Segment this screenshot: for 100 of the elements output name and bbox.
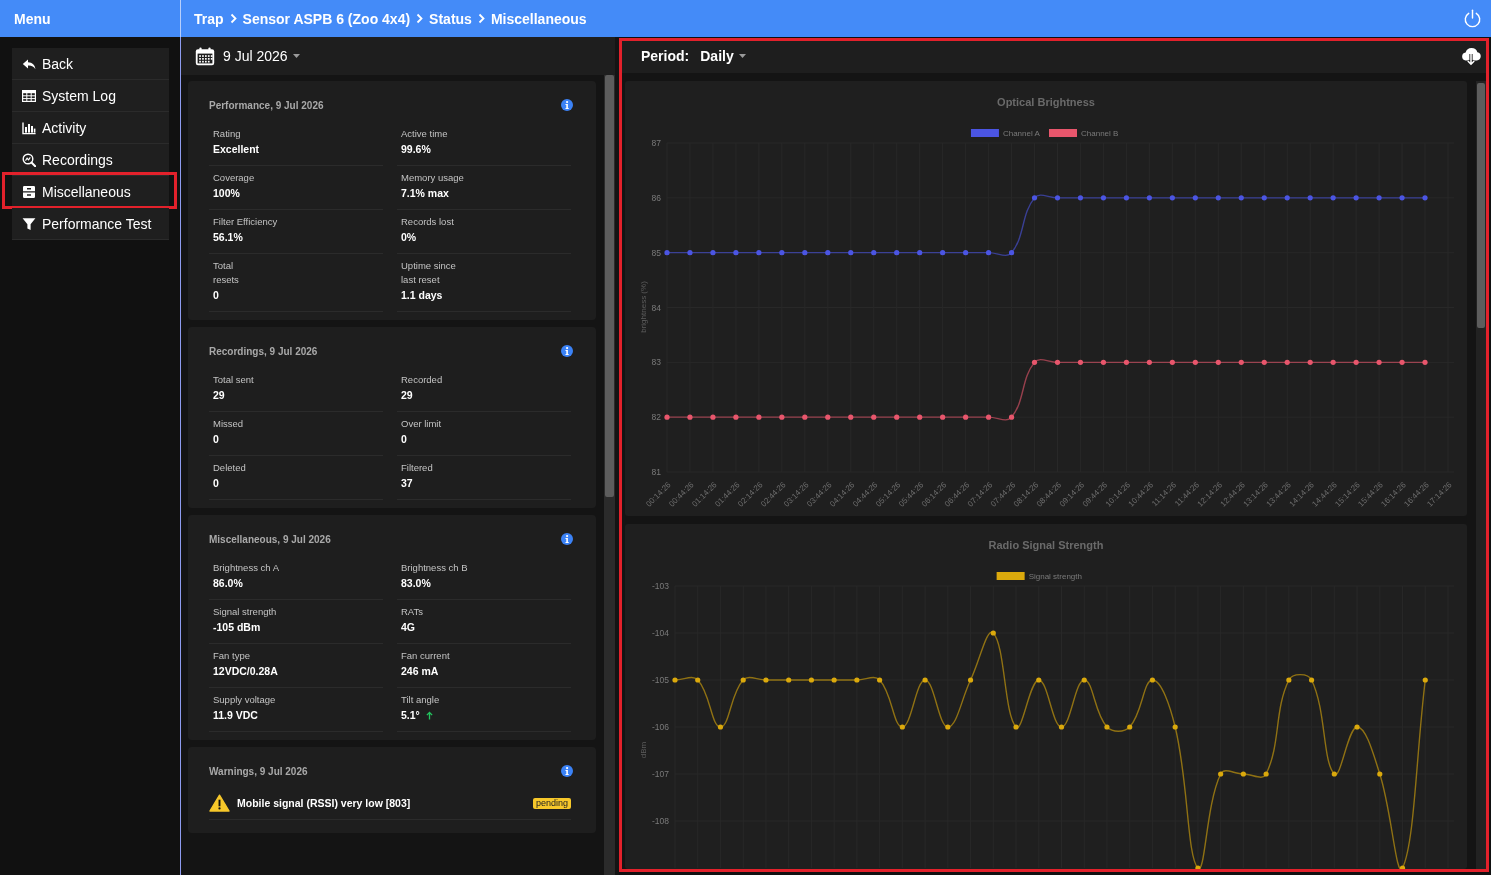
data-point xyxy=(1008,414,1015,420)
field-value: 29 xyxy=(401,388,413,403)
data-point xyxy=(825,414,831,420)
data-point xyxy=(1218,771,1224,777)
card-title: Recordings, 9 Jul 2026 xyxy=(209,345,318,357)
data-point xyxy=(756,414,762,420)
cloud-download-icon[interactable] xyxy=(1460,45,1482,66)
data-point xyxy=(1399,865,1406,869)
data-point xyxy=(717,724,724,730)
data-point xyxy=(802,414,808,420)
chevron-icon xyxy=(229,13,237,24)
data-point xyxy=(1192,359,1198,365)
data-point xyxy=(871,414,877,420)
warning-text: Mobile signal (RSSI) very low [803] xyxy=(237,797,411,809)
chart-title: Optical Brightness xyxy=(997,96,1095,108)
info-icon[interactable] xyxy=(561,99,573,111)
field-value: 0% xyxy=(401,230,417,245)
info-icon[interactable] xyxy=(561,345,573,357)
data-point xyxy=(1215,195,1221,201)
data-point xyxy=(1377,771,1383,777)
field-label: Fan current xyxy=(401,649,450,663)
magnifier-icon xyxy=(22,152,36,167)
legend-label: Channel A xyxy=(1002,129,1040,138)
data-point xyxy=(899,724,905,730)
table-icon xyxy=(22,88,36,103)
scrollbar-thumb[interactable] xyxy=(605,75,614,497)
data-point xyxy=(1353,195,1359,201)
power-icon[interactable] xyxy=(1463,9,1482,28)
field-label: RATs xyxy=(401,605,423,619)
y-tick-label: 83 xyxy=(651,357,661,368)
data-point xyxy=(1286,677,1292,683)
sidebar-item[interactable]: Back xyxy=(12,48,169,80)
data-point xyxy=(990,630,996,636)
status-badge: pending xyxy=(532,797,571,809)
card-title: Miscellaneous, 9 Jul 2026 xyxy=(209,533,331,545)
data-point xyxy=(963,250,969,256)
field-value: 11.9 VDC xyxy=(213,708,258,723)
card-title: Performance, 9 Jul 2026 xyxy=(209,99,324,111)
data-point xyxy=(1195,865,1201,869)
field-value: 86.0% xyxy=(213,576,243,591)
menu-title: Menu xyxy=(14,10,51,27)
data-point xyxy=(1123,359,1129,365)
data-point xyxy=(664,414,670,420)
sidebar-item[interactable]: Performance Test xyxy=(12,208,169,240)
date-picker[interactable]: 9 Jul 2026 xyxy=(195,46,300,66)
scrollbar-thumb[interactable] xyxy=(1477,83,1485,328)
field-value: 5.1° xyxy=(401,708,420,723)
data-point xyxy=(740,677,746,683)
y-tick-label: -108 xyxy=(652,816,669,826)
data-point xyxy=(871,250,877,256)
data-point xyxy=(1376,359,1382,365)
data-point xyxy=(1077,359,1084,365)
field-value: 56.1% xyxy=(213,230,243,245)
data-point xyxy=(1307,359,1313,365)
sidebar-item[interactable]: Activity xyxy=(12,112,169,144)
data-point xyxy=(1284,195,1290,201)
data-point xyxy=(963,414,969,420)
data-point xyxy=(922,677,928,683)
field-label: Total sent xyxy=(213,373,254,387)
data-point xyxy=(917,414,923,420)
data-point xyxy=(664,250,670,256)
card-title: Warnings, 9 Jul 2026 xyxy=(209,765,308,777)
field-label: Records lost xyxy=(401,215,454,229)
scrollbar[interactable] xyxy=(1476,81,1486,869)
data-point xyxy=(894,414,900,420)
y-tick-label: 85 xyxy=(651,247,661,258)
y-tick-label: 84 xyxy=(651,302,661,313)
scrollbar[interactable] xyxy=(604,75,615,875)
chevron-icon xyxy=(416,13,424,24)
data-point xyxy=(1146,195,1152,201)
data-point xyxy=(672,677,678,683)
data-point xyxy=(1008,250,1015,256)
field-value: 29 xyxy=(213,388,225,403)
data-point xyxy=(894,250,900,256)
data-point xyxy=(756,250,762,256)
field-label: Signal strength xyxy=(213,605,277,619)
data-point xyxy=(710,414,716,420)
data-point xyxy=(1169,359,1175,365)
data-point xyxy=(1104,724,1110,730)
field-label: Memory usage xyxy=(401,171,464,185)
field-label: Coverage xyxy=(213,171,255,185)
field-value: 37 xyxy=(401,476,413,491)
data-point xyxy=(1307,195,1313,201)
info-icon[interactable] xyxy=(561,765,573,777)
sidebar-item[interactable]: System Log xyxy=(12,80,169,112)
data-point xyxy=(848,250,854,256)
data-point xyxy=(1422,359,1428,365)
data-point xyxy=(1169,195,1175,201)
data-point xyxy=(687,414,693,420)
data-point xyxy=(1399,195,1405,201)
data-point xyxy=(779,250,785,256)
data-point xyxy=(1100,195,1107,201)
data-point xyxy=(1238,195,1244,201)
bar-chart-icon xyxy=(22,120,36,135)
data-point xyxy=(1238,359,1244,365)
axis-title: brightness (%) xyxy=(639,281,648,333)
info-icon[interactable] xyxy=(561,533,573,545)
period-dropdown[interactable]: Daily xyxy=(700,47,746,64)
field-label: Uptime since last reset xyxy=(401,259,456,287)
y-tick-label: -104 xyxy=(652,628,669,638)
